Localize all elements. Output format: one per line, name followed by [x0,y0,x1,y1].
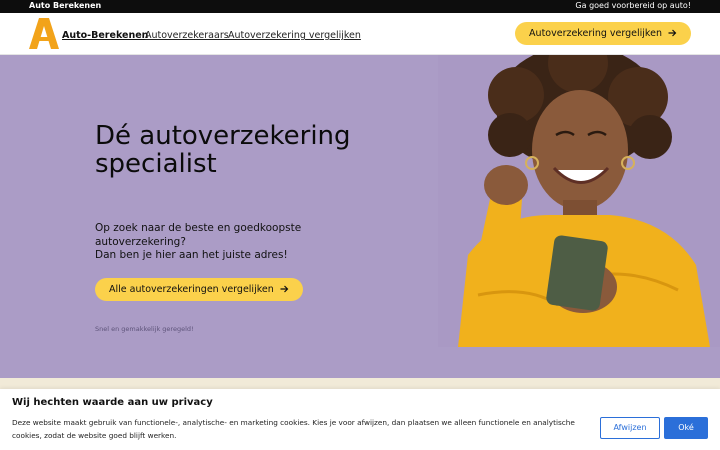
cookie-banner-text: Deze website maakt gebruik van functione… [12,418,575,440]
hero-section: Dé autoverzekering specialist Op zoek na… [0,55,720,378]
letter-a-logo-icon[interactable] [29,17,59,49]
cookie-banner-title: Wij hechten waarde aan uw privacy [12,397,213,408]
decline-cookies-button[interactable]: Afwijzen [600,417,660,439]
nav-cta-label: Autoverzekering vergelijken [529,28,662,39]
nav-cta-button[interactable]: Autoverzekering vergelijken [515,22,691,45]
top-bar-brand: Auto Berekenen [29,1,102,10]
top-bar-tagline: Ga goed voorbereid op auto! [575,1,691,10]
hero-title: Dé autoverzekering specialist [95,121,351,179]
accept-cookies-button[interactable]: Oké [664,417,708,439]
arrow-right-icon [668,29,677,37]
hero-note: Snel en gemakkelijk geregeld! [95,325,194,333]
site-name-link[interactable]: Auto-Berekenen [62,30,148,41]
nav-link-vergelijken[interactable]: Autoverzekering vergelijken [228,30,361,41]
compare-all-label: Alle autoverzekeringen vergelijken [109,284,274,295]
top-bar: Auto Berekenen Ga goed voorbereid op aut… [0,0,720,13]
hero-subtitle: Op zoek naar de beste en goedkoopste aut… [95,222,335,263]
cookie-banner: Wij hechten waarde aan uw privacy Deze w… [0,389,720,450]
hero-subtitle-line-2: Dan ben je hier aan het juiste adres! [95,249,288,261]
hero-photo [438,55,720,347]
arrow-right-icon [280,285,289,293]
compare-all-button[interactable]: Alle autoverzekeringen vergelijken [95,278,303,301]
hero-subtitle-line-1: Op zoek naar de beste en goedkoopste aut… [95,222,302,248]
nav-link-autoverzekeraars[interactable]: Autoverzekeraars [145,30,229,41]
main-navigation: Auto-Berekenen Autoverzekeraars Autoverz… [0,13,720,55]
